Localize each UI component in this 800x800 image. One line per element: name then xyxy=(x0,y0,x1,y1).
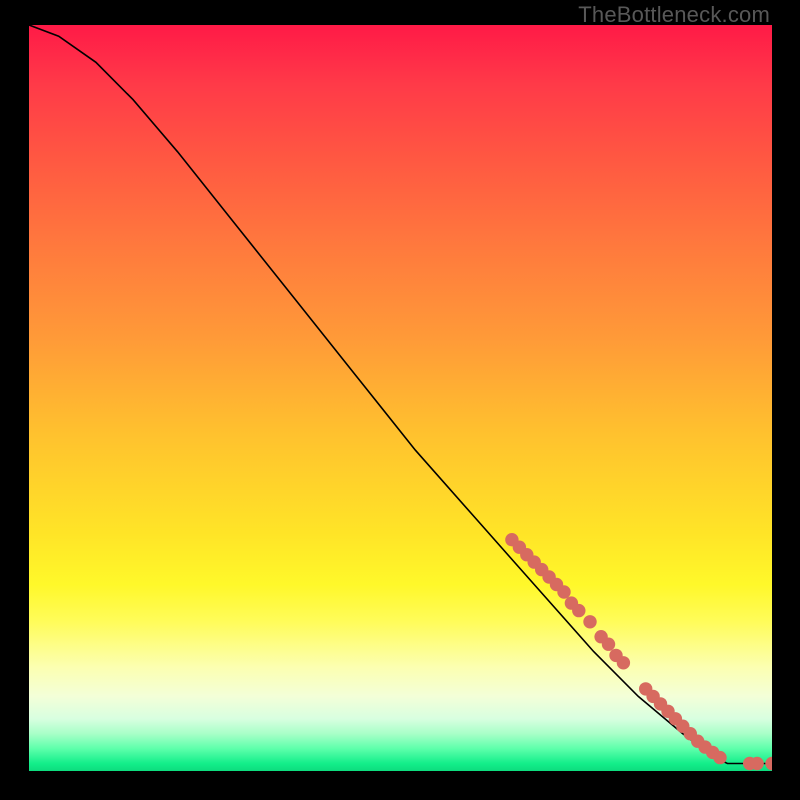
highlight-marker xyxy=(572,604,585,617)
bottleneck-curve-line xyxy=(29,25,772,764)
highlight-marker xyxy=(765,757,772,770)
highlight-marker xyxy=(602,638,615,651)
highlight-marker xyxy=(617,656,630,669)
chart-frame xyxy=(29,25,772,771)
highlight-marker-group xyxy=(505,533,772,770)
highlight-marker xyxy=(713,751,726,764)
highlight-marker xyxy=(557,585,570,598)
highlight-marker xyxy=(583,615,596,628)
chart-svg xyxy=(29,25,772,771)
highlight-marker xyxy=(750,757,763,770)
